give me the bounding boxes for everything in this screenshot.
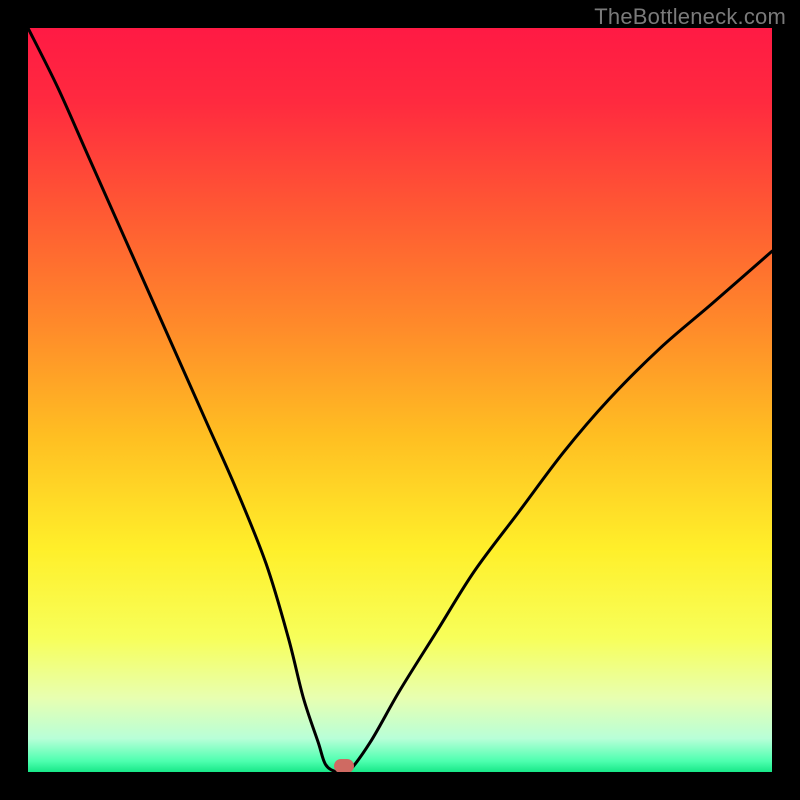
plot-area — [28, 28, 772, 772]
chart-frame: TheBottleneck.com — [0, 0, 800, 800]
bottleneck-curve — [28, 28, 772, 772]
watermark-text: TheBottleneck.com — [594, 4, 786, 30]
optimal-point-marker — [334, 759, 354, 772]
